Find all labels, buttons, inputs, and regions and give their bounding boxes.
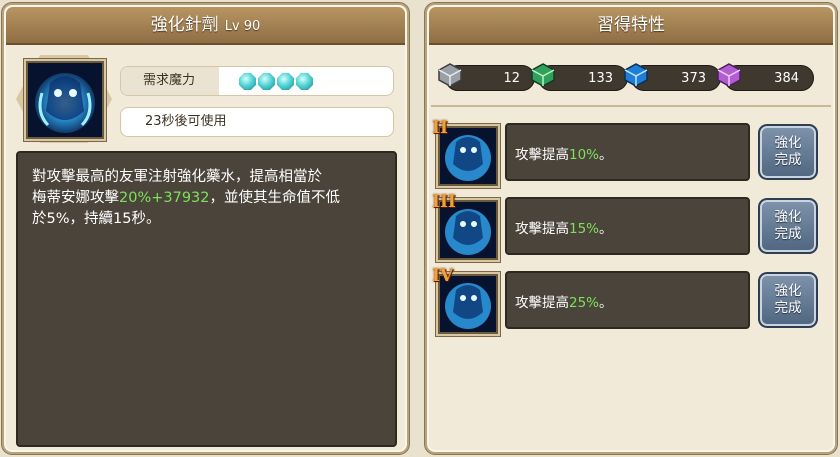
traits-title-header: 習得特性 bbox=[429, 7, 833, 45]
mana-label: 需求魔力 bbox=[121, 67, 219, 95]
divider bbox=[431, 105, 831, 107]
skill-level: Lv 90 bbox=[224, 19, 261, 34]
trait-description: 攻擊提高15%。 bbox=[505, 197, 750, 255]
purple-book-icon bbox=[717, 63, 741, 87]
enhance-complete-button[interactable]: 強化 完成 bbox=[758, 272, 818, 328]
description-line: 梅蒂安娜攻擊20%+37932，並使其生命值不低 bbox=[32, 190, 341, 206]
mana-gem-icon bbox=[258, 73, 275, 90]
skill-icon bbox=[26, 61, 104, 139]
learned-traits-panel: 習得特性 12 133 373 384 II 攻擊提高10%。 強化 完成 II… bbox=[425, 3, 837, 454]
enhance-complete-button[interactable]: 強化 完成 bbox=[758, 198, 818, 254]
mana-gem-icon bbox=[296, 73, 313, 90]
trait-description: 攻擊提高25%。 bbox=[505, 271, 750, 329]
trait-description: 攻擊提高10%。 bbox=[505, 123, 750, 181]
mana-requirement: 需求魔力 bbox=[120, 66, 394, 96]
skill-name: 強化針劑 bbox=[150, 15, 219, 35]
skill-detail-panel: 強化針劑 Lv 90 需求魔力 23秒後可使用 對攻擊最高的友軍注射強化藥水，提… bbox=[2, 3, 409, 454]
blue-book-icon bbox=[624, 63, 648, 87]
skill-title-header: 強化針劑 Lv 90 bbox=[6, 7, 405, 45]
blue-spirit-icon bbox=[440, 128, 496, 184]
attack-value-highlight: 20%+37932 bbox=[119, 190, 210, 206]
cooldown-status: 23秒後可使用 bbox=[120, 107, 394, 137]
trait-row: III 攻擊提高15%。 強化 完成 bbox=[432, 192, 831, 261]
enhance-complete-button[interactable]: 強化 完成 bbox=[758, 124, 818, 180]
mana-gems bbox=[239, 73, 313, 90]
mana-gem-icon bbox=[277, 73, 294, 90]
mana-gem-icon bbox=[239, 73, 256, 90]
trait-row: II 攻擊提高10%。 強化 完成 bbox=[432, 118, 831, 187]
rank-numeral: IV bbox=[432, 266, 454, 286]
trait-row: IV 攻擊提高25%。 強化 完成 bbox=[432, 266, 831, 335]
green-book-icon bbox=[531, 63, 555, 87]
blue-spirit-icon bbox=[28, 63, 102, 137]
skill-description: 對攻擊最高的友軍注射強化藥水，提高相當於 梅蒂安娜攻擊20%+37932，並使其… bbox=[16, 151, 397, 447]
silver-book-icon bbox=[438, 63, 462, 87]
description-line: 於5%，持續15秒。 bbox=[32, 211, 161, 227]
rank-numeral: II bbox=[432, 118, 448, 138]
rank-numeral: III bbox=[432, 192, 456, 212]
description-line: 對攻擊最高的友軍注射強化藥水，提高相當於 bbox=[32, 169, 322, 185]
